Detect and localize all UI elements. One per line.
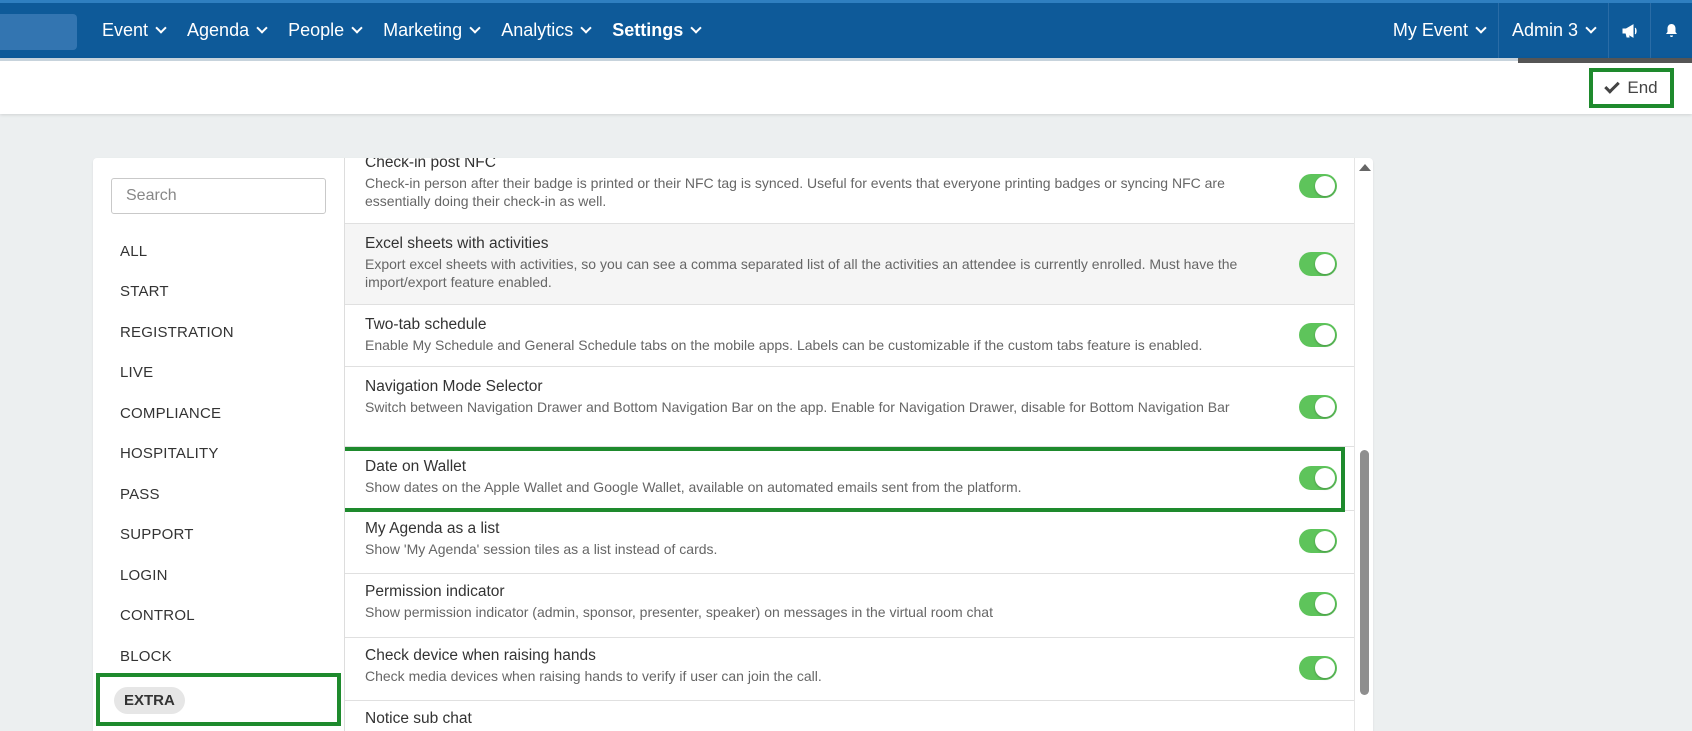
nav-marketing[interactable]: Marketing — [383, 20, 481, 41]
nav-marketing-label: Marketing — [383, 20, 463, 40]
nav-people-label: People — [288, 20, 345, 40]
category-sidebar: ALL START REGISTRATION LIVE COMPLIANCE H… — [93, 158, 344, 731]
megaphone-icon[interactable] — [1608, 3, 1650, 58]
feature-description: Check media devices when raising hands t… — [365, 668, 822, 684]
toggle-knob — [1315, 468, 1335, 488]
progress-indicator — [1518, 58, 1692, 63]
feature-toggle[interactable] — [1299, 656, 1337, 680]
end-button-label: End — [1627, 78, 1658, 97]
chevron-down-icon — [256, 22, 268, 34]
feature-row: Permission indicator Show permission ind… — [345, 574, 1354, 638]
feature-toggle[interactable] — [1299, 174, 1337, 198]
chevron-down-icon — [351, 22, 363, 34]
feature-row: Notice sub chat — [345, 701, 1354, 731]
toggle-knob — [1315, 325, 1335, 345]
feature-toggle[interactable] — [1299, 592, 1337, 616]
feature-description: Show dates on the Apple Wallet and Googl… — [365, 479, 1022, 495]
chevron-down-icon — [1475, 22, 1487, 34]
top-navigation-bar: Event Agenda People Marketing Analytics … — [0, 0, 1692, 58]
toggle-knob — [1315, 658, 1335, 678]
feature-row: Two-tab schedule Enable My Schedule and … — [345, 305, 1354, 367]
category-registration[interactable]: REGISTRATION — [120, 324, 234, 341]
admin-menu[interactable]: Admin 3 — [1497, 3, 1608, 58]
chevron-down-icon — [1585, 22, 1597, 34]
features-panel: ALL START REGISTRATION LIVE COMPLIANCE H… — [93, 158, 1373, 731]
nav-settings[interactable]: Settings — [612, 20, 702, 41]
nav-analytics-label: Analytics — [501, 20, 574, 40]
category-support[interactable]: SUPPORT — [120, 526, 194, 543]
chevron-down-icon — [690, 22, 702, 34]
toggle-knob — [1315, 176, 1335, 196]
feature-description: Enable My Schedule and General Schedule … — [365, 337, 1203, 353]
category-login[interactable]: LOGIN — [120, 567, 168, 584]
logo[interactable] — [0, 14, 77, 50]
feature-description: Check-in person after their badge is pri… — [365, 175, 1225, 209]
nav-event-label: Event — [102, 20, 149, 40]
nav-people[interactable]: People — [288, 20, 363, 41]
feature-row: Navigation Mode Selector Switch between … — [345, 367, 1354, 447]
category-block[interactable]: BLOCK — [120, 648, 172, 665]
search-input[interactable] — [111, 178, 326, 214]
feature-toggle[interactable] — [1299, 466, 1337, 490]
scrollbar[interactable] — [1354, 158, 1373, 731]
feature-title: Date on Wallet — [365, 458, 467, 475]
feature-toggle[interactable] — [1299, 323, 1337, 347]
feature-description: Show permission indicator (admin, sponso… — [365, 604, 993, 620]
feature-row: Date on Wallet Show dates on the Apple W… — [345, 447, 1354, 511]
feature-row: My Agenda as a list Show 'My Agenda' ses… — [345, 511, 1354, 574]
feature-title: My Agenda as a list — [365, 520, 500, 537]
nav-event[interactable]: Event — [102, 20, 167, 41]
category-extra-highlight: EXTRA — [96, 673, 341, 726]
toggle-knob — [1315, 531, 1335, 551]
feature-title: Notice sub chat — [365, 710, 472, 727]
category-compliance[interactable]: COMPLIANCE — [120, 405, 221, 422]
feature-list: Check-in post NFC Check-in person after … — [344, 158, 1354, 731]
feature-title: Permission indicator — [365, 583, 505, 600]
main-menu: Event Agenda People Marketing Analytics … — [102, 3, 722, 58]
toggle-knob — [1315, 594, 1335, 614]
toggle-knob — [1315, 254, 1335, 274]
bell-icon[interactable] — [1650, 3, 1692, 58]
nav-agenda-label: Agenda — [187, 20, 250, 40]
category-pass[interactable]: PASS — [120, 486, 160, 503]
feature-title: Excel sheets with activities — [365, 235, 549, 252]
feature-description: Export excel sheets with activities, so … — [365, 256, 1238, 290]
category-extra[interactable]: EXTRA — [114, 687, 185, 714]
category-start[interactable]: START — [120, 283, 169, 300]
user-menu: My Event Admin 3 — [1380, 3, 1692, 58]
feature-toggle[interactable] — [1299, 252, 1337, 276]
end-button[interactable]: End — [1589, 68, 1674, 108]
toggle-knob — [1315, 397, 1335, 417]
feature-title: Navigation Mode Selector — [365, 378, 543, 395]
feature-title: Check device when raising hands — [365, 647, 596, 664]
category-live[interactable]: LIVE — [120, 364, 153, 381]
check-icon — [1604, 77, 1621, 94]
event-selector-label: My Event — [1392, 20, 1468, 40]
chevron-down-icon — [469, 22, 481, 34]
progress-track — [0, 58, 1518, 61]
category-hospitality[interactable]: HOSPITALITY — [120, 445, 219, 462]
scrollbar-thumb[interactable] — [1360, 450, 1369, 695]
feature-toggle[interactable] — [1299, 529, 1337, 553]
chevron-down-icon — [580, 22, 592, 34]
category-control[interactable]: CONTROL — [120, 607, 195, 624]
scroll-up-arrow-icon[interactable] — [1359, 164, 1371, 171]
nav-agenda[interactable]: Agenda — [187, 20, 268, 41]
feature-row: Excel sheets with activities Export exce… — [345, 224, 1354, 305]
feature-row: Check-in post NFC Check-in person after … — [345, 158, 1354, 224]
feature-description: Switch between Navigation Drawer and Bot… — [365, 399, 1230, 415]
nav-analytics[interactable]: Analytics — [501, 20, 592, 41]
admin-menu-label: Admin 3 — [1511, 20, 1578, 40]
feature-description: Show 'My Agenda' session tiles as a list… — [365, 541, 718, 557]
chevron-down-icon — [155, 22, 167, 34]
category-all[interactable]: ALL — [120, 243, 147, 260]
feature-toggle[interactable] — [1299, 395, 1337, 419]
feature-row: Check device when raising hands Check me… — [345, 638, 1354, 701]
nav-settings-label: Settings — [612, 20, 684, 40]
feature-title: Two-tab schedule — [365, 316, 487, 333]
action-bar: End — [0, 58, 1692, 114]
feature-title: Check-in post NFC — [365, 158, 496, 171]
event-selector[interactable]: My Event — [1380, 3, 1498, 58]
